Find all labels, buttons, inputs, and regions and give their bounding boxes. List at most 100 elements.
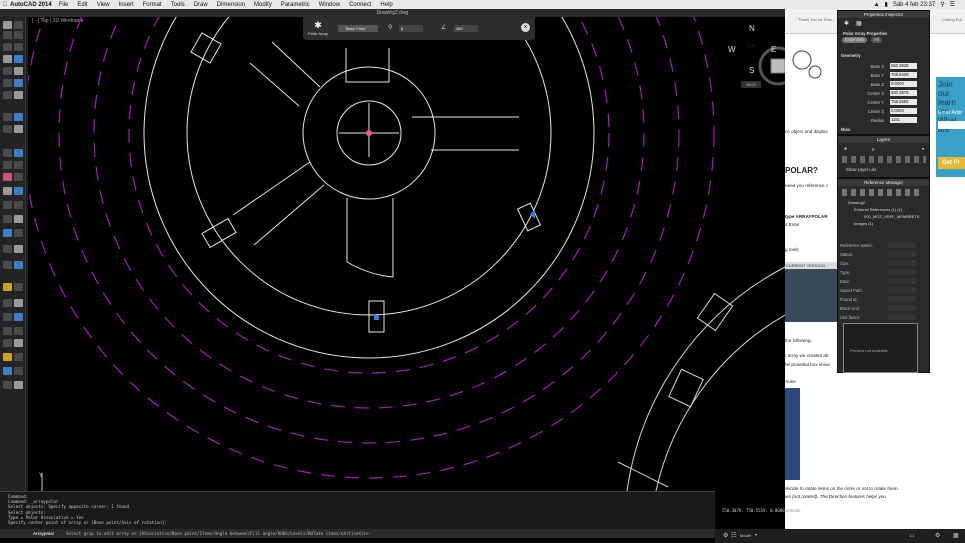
- drawing-canvas[interactable]: [28, 17, 785, 491]
- view-icon[interactable]: [14, 91, 23, 99]
- layer-icon[interactable]: [14, 55, 23, 63]
- circle-icon[interactable]: [3, 173, 12, 181]
- osnap-icon[interactable]: [14, 381, 23, 389]
- show-layer-list[interactable]: Show Layer List: [846, 167, 876, 172]
- misc-section[interactable]: Misc: [841, 127, 850, 132]
- center-y-field[interactable]: 758.5559: [890, 99, 917, 105]
- center-grip[interactable]: [366, 130, 372, 136]
- model-tab[interactable]: Model: [740, 533, 751, 538]
- tree-xref-item[interactable]: 000_MOZ_XREF_MEMBRETE: [864, 214, 920, 219]
- status-gear-icon[interactable]: ⚙: [723, 532, 728, 539]
- extend-icon[interactable]: [14, 229, 23, 237]
- menu-dimension[interactable]: Dimension: [217, 2, 245, 8]
- polyline-icon[interactable]: [14, 149, 23, 157]
- menu-draw[interactable]: Draw: [194, 2, 208, 8]
- tab-all[interactable]: All: [871, 37, 882, 43]
- area-icon[interactable]: [14, 353, 23, 361]
- battery-icon[interactable]: ▮: [885, 1, 888, 8]
- tree-images[interactable]: Images (1): [854, 221, 873, 226]
- select-icon[interactable]: [3, 55, 12, 63]
- measure-icon[interactable]: [3, 353, 12, 361]
- drawing-viewport[interactable]: [ - ] Top | 2D Wireframe Y ✱ Polar Array…: [28, 17, 785, 491]
- layer-dropdown-icon[interactable]: ▾: [922, 146, 924, 151]
- menu-edit[interactable]: Edit: [77, 2, 87, 8]
- rectangle-icon[interactable]: [3, 187, 12, 195]
- dimension-icon[interactable]: [3, 313, 12, 321]
- menu-file[interactable]: File: [59, 2, 69, 8]
- base-y-field[interactable]: 758.6409: [890, 72, 917, 78]
- menu-parametric[interactable]: Parametric: [281, 2, 310, 8]
- menu-help[interactable]: Help: [380, 2, 392, 8]
- close-array-button[interactable]: ×: [521, 23, 530, 32]
- current-layer[interactable]: 0: [872, 147, 874, 152]
- apple-icon[interactable]: : [0, 2, 10, 8]
- offset-icon[interactable]: [14, 125, 23, 133]
- mirror-icon[interactable]: [3, 125, 12, 133]
- menu-list-icon[interactable]: ☰: [950, 1, 955, 8]
- items-count-input[interactable]: 6: [399, 25, 423, 32]
- browser-tab-1[interactable]: Thank You for Dow...: [798, 17, 835, 22]
- wifi-icon[interactable]: ▲: [874, 2, 880, 8]
- snap-icon[interactable]: [14, 367, 23, 375]
- orbit-icon[interactable]: [3, 91, 12, 99]
- match-icon[interactable]: [14, 67, 23, 75]
- fill-angle-input[interactable]: 360: [454, 25, 478, 32]
- command-options[interactable]: Select grip to edit array or [ASsociativ…: [66, 529, 371, 538]
- zoom-icon[interactable]: [3, 79, 12, 87]
- spline-icon[interactable]: [14, 161, 23, 169]
- base-z-field[interactable]: 0.0000: [890, 81, 917, 87]
- annotation-scale[interactable]: 1:1: [909, 533, 915, 538]
- compass-west[interactable]: W: [728, 45, 736, 54]
- ortho-icon[interactable]: [3, 381, 12, 389]
- print-icon[interactable]: [14, 31, 23, 39]
- menu-view[interactable]: View: [97, 2, 110, 8]
- xref-icon[interactable]: [14, 339, 23, 347]
- line-icon[interactable]: [3, 149, 12, 157]
- email-field[interactable]: [938, 121, 965, 129]
- array-icon[interactable]: [14, 261, 23, 269]
- clock[interactable]: Sáb 4 feb 23:37: [893, 2, 935, 8]
- center-x-field[interactable]: 550.3878: [890, 90, 917, 96]
- pan-icon[interactable]: [14, 79, 23, 87]
- fillet-icon[interactable]: [3, 245, 12, 253]
- app-menu[interactable]: AutoCAD 2014: [10, 2, 52, 8]
- explode-icon[interactable]: [3, 261, 12, 269]
- viewcube-top-face[interactable]: TOP: [746, 44, 756, 50]
- wcs-menu[interactable]: WCS: [741, 81, 761, 88]
- layer-bulb-icon[interactable]: ●: [844, 146, 847, 152]
- arc-icon[interactable]: [3, 161, 12, 169]
- scale-icon[interactable]: [3, 215, 12, 223]
- base-point-button[interactable]: Base Point: [338, 25, 378, 32]
- save-icon[interactable]: [3, 31, 12, 39]
- get-free-button[interactable]: Get Fr: [938, 157, 965, 169]
- radius-field[interactable]: 1151: [890, 117, 917, 123]
- open-icon[interactable]: [14, 21, 23, 29]
- chevron-down-icon[interactable]: ▾: [755, 532, 757, 537]
- undo-icon[interactable]: [3, 43, 12, 51]
- rotate-icon[interactable]: [14, 201, 23, 209]
- text-icon[interactable]: [3, 299, 12, 307]
- tree-external-refs[interactable]: External References (1) (1): [854, 207, 902, 212]
- menu-modify[interactable]: Modify: [254, 2, 272, 8]
- menu-tools[interactable]: Tools: [171, 2, 185, 8]
- block-icon[interactable]: [14, 327, 23, 335]
- chamfer-icon[interactable]: [14, 245, 23, 253]
- trim-icon[interactable]: [3, 229, 12, 237]
- command-prompt[interactable]: Arraypolar Select grip to edit array or …: [0, 529, 715, 538]
- new-icon[interactable]: [3, 21, 12, 29]
- menu-insert[interactable]: Insert: [119, 2, 134, 8]
- mtext-icon[interactable]: [14, 299, 23, 307]
- grip-marker[interactable]: [374, 315, 379, 320]
- menu-format[interactable]: Format: [143, 2, 162, 8]
- menu-connect[interactable]: Connect: [349, 2, 371, 8]
- browser-tab-2[interactable]: Cutting Edi...: [942, 17, 965, 22]
- erase-icon[interactable]: [3, 113, 12, 121]
- redo-icon[interactable]: [14, 43, 23, 51]
- stretch-icon[interactable]: [14, 215, 23, 223]
- gradient-icon[interactable]: [14, 283, 23, 291]
- polygon-icon[interactable]: [14, 187, 23, 195]
- search-icon[interactable]: ⚲: [940, 1, 944, 8]
- hatch-icon[interactable]: [3, 283, 12, 291]
- compass-south[interactable]: S: [749, 66, 754, 75]
- fullscreen-icon[interactable]: ▦: [953, 532, 959, 539]
